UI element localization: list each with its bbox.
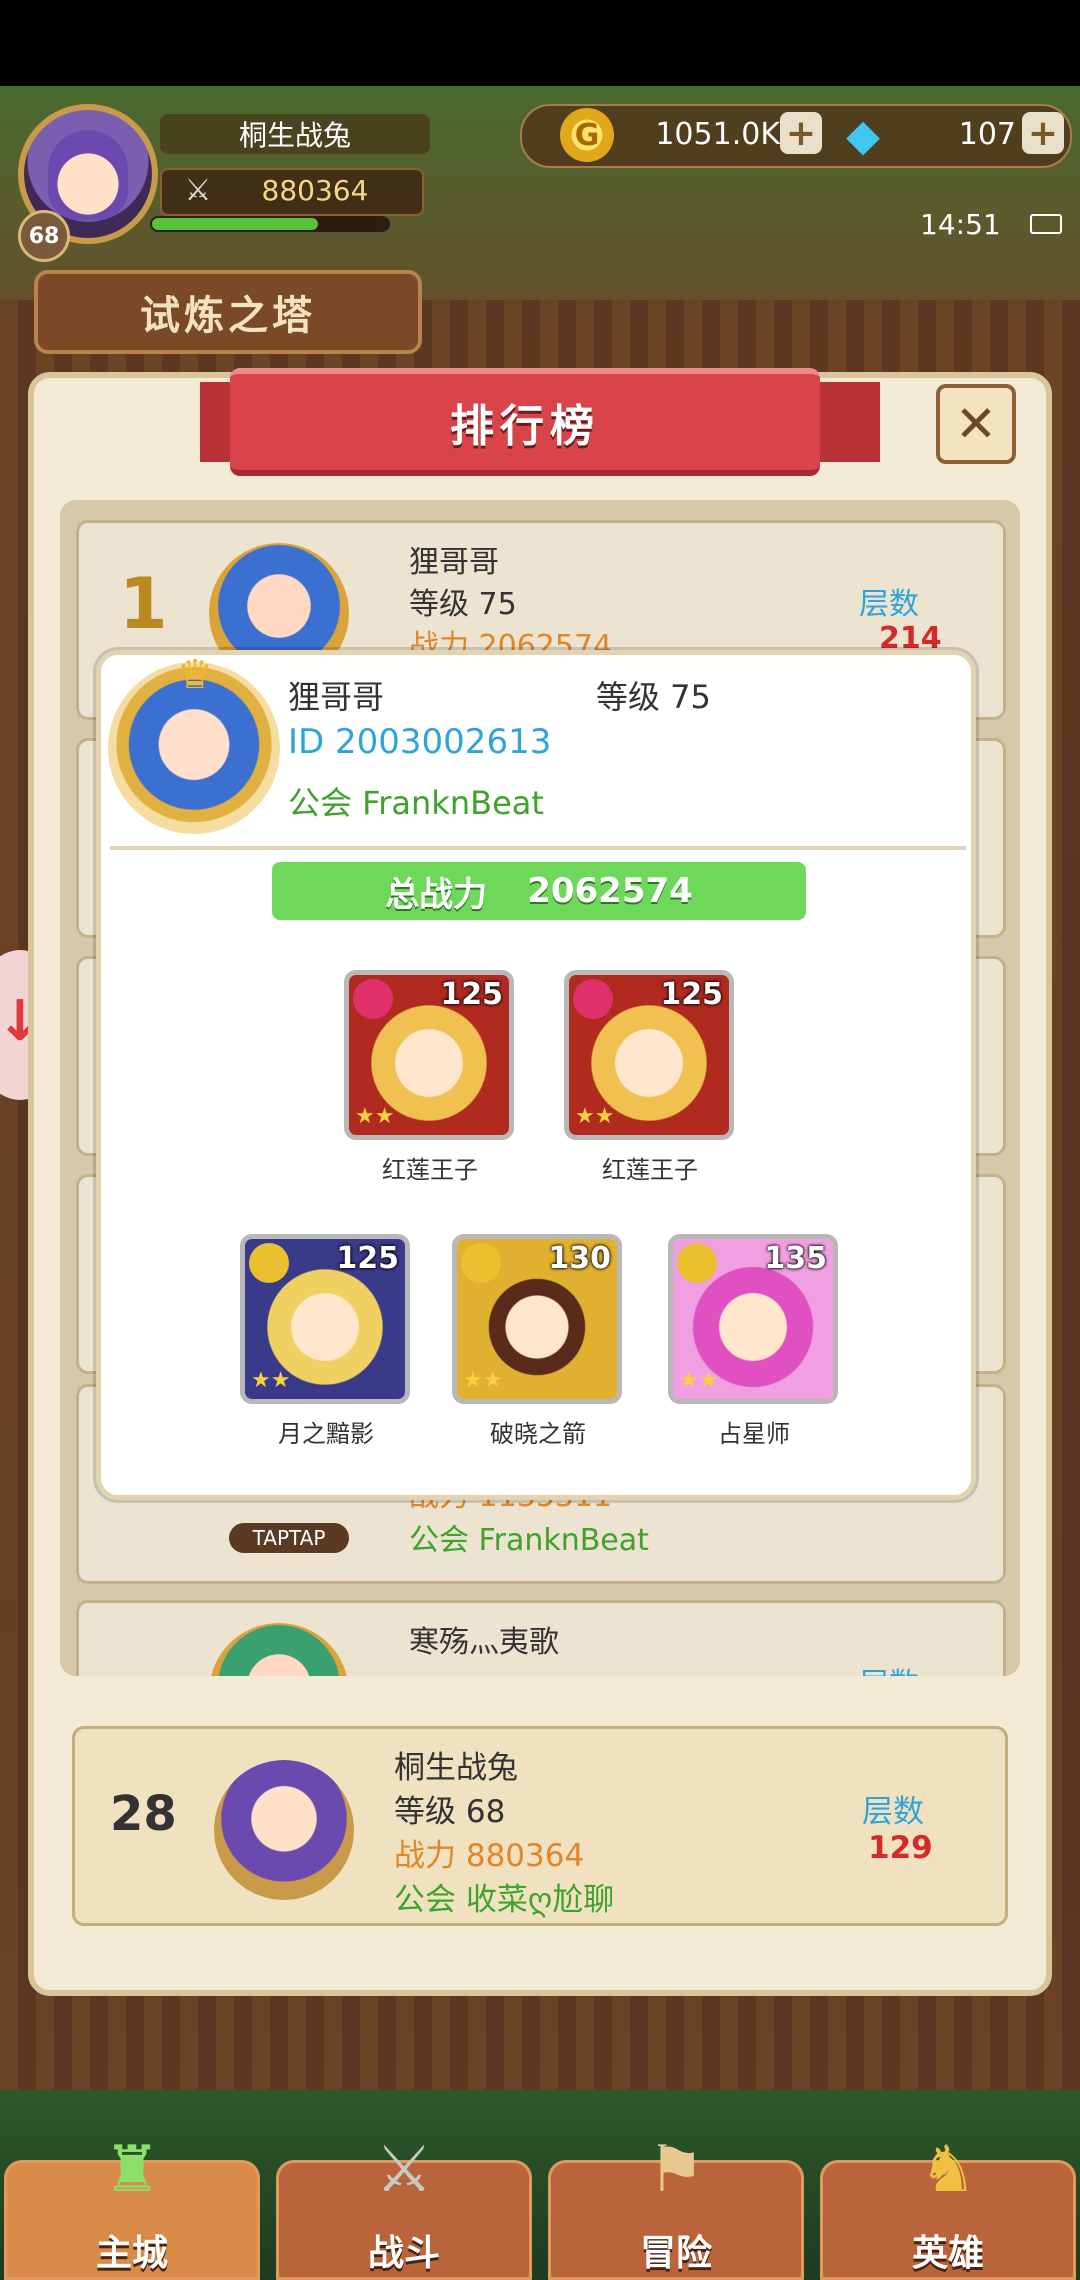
nav-label: 战斗 [367,2233,440,2274]
star-icon: ★★ [679,1368,719,1393]
nav-label: 英雄 [911,2233,984,2274]
row-level: 等级 75 [409,587,517,622]
my-guild: 公会 收菜ღ尬聊 [394,1882,615,1918]
element-badge-icon [249,1243,289,1283]
hero-card[interactable]: 130 ★★ [452,1234,622,1404]
row-name: 狸哥哥 [409,545,499,580]
row-floor-label: 层数 [859,587,919,622]
player-level-badge: 68 [18,210,70,262]
my-floor-value: 129 [868,1830,933,1866]
my-power: 战力 880364 [394,1838,585,1874]
hero-card[interactable]: 135 ★★ [668,1234,838,1404]
star-icon: ★★ [463,1368,503,1393]
ribbon-tail-right [810,382,880,462]
coin-value: 1051.0K [655,116,780,152]
total-power-banner: 总战力 2062574 [272,862,806,920]
hero-level: 130 [548,1241,611,1276]
close-button[interactable]: ✕ [936,384,1016,464]
exp-bar-fill [152,218,318,230]
hero-card[interactable]: 125 ★★ [564,970,734,1140]
star-icon: ★★ [251,1368,291,1393]
row-guild: 公会 FranknBeat [409,1523,649,1558]
element-badge-icon [677,1243,717,1283]
hero-name: 红莲王子 [382,1156,478,1184]
castle-icon: ♜ [103,2133,161,2207]
detail-name: 狸哥哥 [288,678,385,716]
detail-level: 等级 75 [596,678,711,716]
location-title: 试炼之塔 [34,270,422,354]
hero-level: 135 [764,1241,827,1276]
my-level: 等级 68 [394,1794,506,1830]
my-rank-number: 28 [110,1786,177,1842]
add-gems-button[interactable]: + [1022,112,1064,154]
taptap-badge: TAPTAP [229,1523,349,1553]
player-power-value: 880364 [261,173,369,207]
hero-level: 125 [660,977,723,1012]
ranking-title: 排行榜 [230,368,820,476]
element-badge-icon [573,979,613,1019]
row-name: 寒殇灬夷歌 [409,1625,559,1660]
hero-name: 破晓之箭 [490,1420,586,1448]
my-floor-label: 层数 [862,1794,924,1830]
hero-card[interactable]: 125 ★★ [344,970,514,1140]
helmet-icon: ♞ [919,2133,977,2207]
crown-icon: ♛ [177,652,213,698]
table-row[interactable]: 寒殇灬夷歌 层数 [76,1600,1006,1676]
clock: 14:51 [920,207,1001,241]
nav-label: 主城 [95,2233,168,2274]
star-icon: ★★ [575,1104,615,1129]
element-badge-icon [353,979,393,1019]
crossed-swords-icon: ⚔ [375,2133,433,2207]
hero-level: 125 [336,1241,399,1276]
divider [110,846,966,850]
hero-card[interactable]: 125 ★★ [240,1234,410,1404]
add-coins-button[interactable]: + [780,112,822,154]
star-icon: ★★ [355,1104,395,1129]
hero-name: 月之黯影 [278,1420,374,1448]
avatar [214,1760,354,1900]
nav-label: 冒险 [639,2233,712,2274]
total-power-label: 总战力 [385,874,488,915]
status-bar [0,0,1080,86]
coin-icon: G [560,108,614,162]
crossed-swords-icon: ⚔ [184,172,212,208]
battery-icon [1030,214,1062,234]
hero-name: 红莲王子 [602,1156,698,1184]
diamond-icon: ◆ [846,109,880,161]
map-scroll-icon: ⚑ [647,2133,705,2207]
player-avatar-face [48,130,128,220]
hero-name: 占星师 [718,1420,790,1448]
row-floor-label: 层数 [859,1659,919,1676]
gem-value: 107 [958,116,1016,152]
avatar [209,1623,349,1676]
player-name: 桐生战兔 [160,114,430,154]
my-name: 桐生战兔 [394,1750,518,1786]
detail-id: ID 2003002613 [288,722,552,762]
total-power-value: 2062574 [527,871,693,911]
detail-guild: 公会 FranknBeat [288,784,544,822]
hero-level: 125 [440,977,503,1012]
rank-number: 1 [119,563,168,645]
element-badge-icon [461,1243,501,1283]
